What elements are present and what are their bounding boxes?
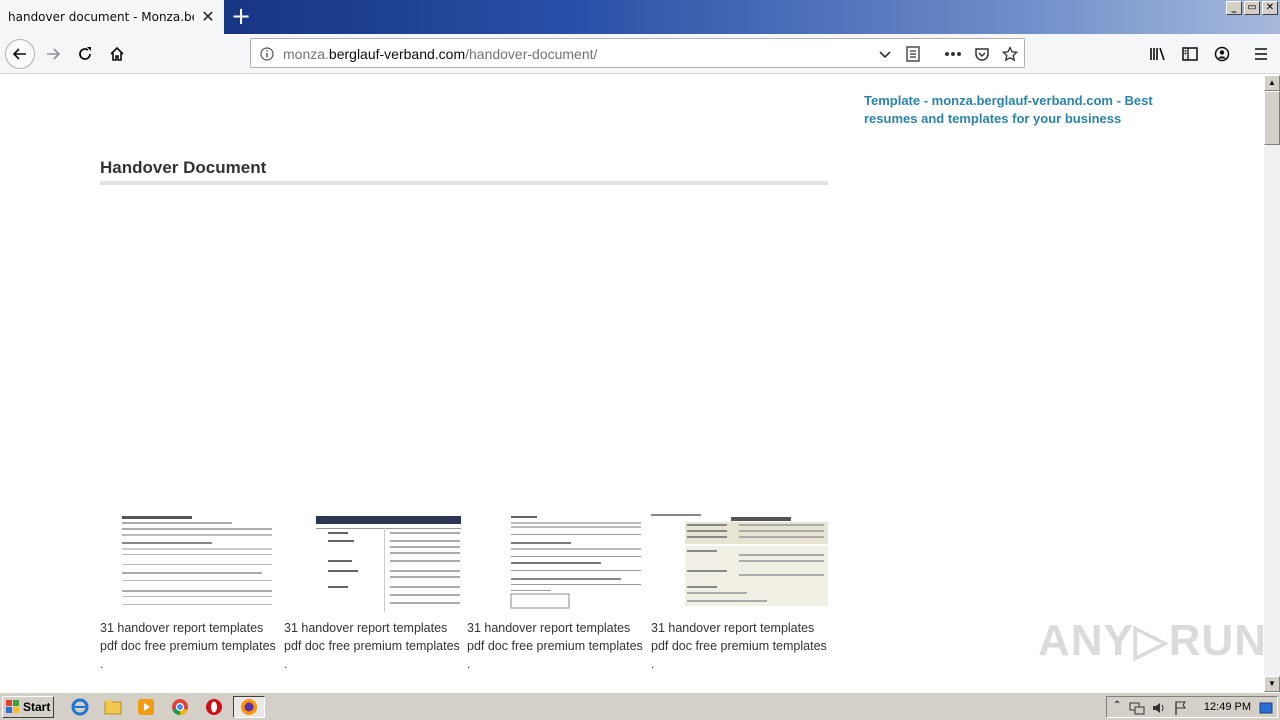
document-preview-image (284, 512, 464, 612)
sidebar-icon (1182, 47, 1198, 61)
site-info-icon[interactable] (257, 44, 277, 64)
reload-icon (79, 47, 91, 60)
navigation-toolbar: monza.berglauf-verband.com/handover-docu… (0, 34, 1280, 74)
scrollbar-thumb[interactable] (1264, 91, 1280, 145)
tab-title: handover document - Monza.berglauf- (8, 10, 194, 24)
thumbnail-caption-dot: . (467, 657, 471, 671)
title-divider (100, 181, 828, 185)
thumbnail-caption[interactable]: 31 handover report templates pdf doc fre… (100, 619, 282, 655)
scroll-down-button[interactable]: ▼ (1264, 676, 1280, 692)
minimize-button[interactable]: _ (1226, 1, 1242, 15)
sidebar-toggle-button[interactable] (1175, 39, 1205, 69)
windows-logo-icon (6, 700, 19, 713)
url-path: /handover-document/ (465, 46, 598, 62)
back-button[interactable] (5, 39, 35, 69)
library-icon (1150, 47, 1165, 61)
document-preview-image (100, 512, 280, 612)
hamburger-menu-icon (1255, 48, 1267, 60)
tray-expand-icon[interactable]: ⌃ (1113, 700, 1121, 711)
firefox-taskbar-button[interactable] (233, 696, 265, 718)
account-icon (1214, 46, 1230, 62)
close-window-button[interactable]: ✕ (1262, 1, 1278, 15)
window-controls: _ ▭ ✕ (1226, 1, 1278, 15)
document-thumbnail[interactable] (284, 512, 464, 612)
show-desktop-icon[interactable] (1259, 701, 1273, 715)
reader-view-icon[interactable] (903, 44, 923, 64)
thumbnail-caption[interactable]: 31 handover report templates pdf doc fre… (467, 619, 649, 655)
volume-icon[interactable] (1151, 700, 1167, 716)
account-button[interactable] (1207, 39, 1237, 69)
document-preview-image (467, 512, 647, 612)
page-title: Handover Document (100, 158, 267, 177)
document-thumbnail[interactable] (100, 512, 280, 612)
media-player-icon[interactable] (136, 697, 156, 717)
firefox-icon (241, 699, 257, 715)
dropdown-chevron-icon[interactable] (875, 44, 895, 64)
restore-button[interactable]: ▭ (1244, 1, 1260, 15)
url-prefix: monza. (283, 46, 329, 62)
taskbar-clock: 12:49 PM (1203, 701, 1251, 713)
url-host: berglauf-verband.com (328, 46, 466, 62)
thumbnail-caption-dot: . (100, 657, 104, 671)
thumbnail-caption[interactable]: 31 handover report templates pdf doc fre… (651, 619, 833, 655)
thumbnail-caption[interactable]: 31 handover report templates pdf doc fre… (284, 619, 466, 655)
home-button[interactable] (102, 39, 132, 69)
document-thumbnail[interactable] (651, 512, 828, 612)
reload-button[interactable] (70, 39, 100, 69)
opera-icon[interactable] (204, 697, 224, 717)
pocket-icon[interactable] (972, 44, 992, 64)
title-bar: handover document - Monza.berglauf- ✕ + … (0, 0, 1280, 34)
start-button[interactable]: Start (2, 696, 54, 718)
back-arrow-icon (12, 48, 26, 60)
tab-close-icon[interactable]: ✕ (200, 9, 216, 25)
start-label: Start (23, 700, 51, 714)
thumbnail-caption-dot: . (651, 657, 655, 671)
home-icon (110, 46, 124, 61)
sidebar-site-link[interactable]: Template - monza.berglauf-verband.com - … (864, 92, 1154, 128)
windows-taskbar: Start ⌃ 12:49 PM (0, 692, 1280, 720)
flag-icon[interactable] (1173, 700, 1189, 716)
url-text[interactable]: monza.berglauf-verband.com/handover-docu… (283, 46, 597, 62)
url-bar[interactable]: monza.berglauf-verband.com/handover-docu… (250, 38, 1186, 68)
file-explorer-icon[interactable] (103, 697, 123, 717)
library-button[interactable] (1143, 39, 1173, 69)
page-actions-icon[interactable] (943, 44, 963, 64)
anyrun-watermark: ANY▷RUN (1038, 615, 1264, 665)
page-viewport: Template - monza.berglauf-verband.com - … (0, 75, 1264, 692)
bookmark-star-icon[interactable] (1000, 44, 1020, 64)
vertical-scrollbar[interactable]: ▲ ▼ (1264, 75, 1280, 692)
new-tab-button[interactable]: + (230, 4, 252, 28)
browser-tab[interactable]: handover document - Monza.berglauf- ✕ (0, 0, 224, 34)
document-preview-image (651, 512, 828, 612)
menu-button[interactable] (1246, 39, 1276, 69)
system-tray: ⌃ 12:49 PM (1106, 696, 1278, 718)
forward-arrow-icon (47, 48, 61, 60)
internet-explorer-icon[interactable] (70, 697, 90, 717)
scroll-up-button[interactable]: ▲ (1264, 75, 1280, 91)
document-thumbnail[interactable] (467, 512, 647, 612)
chrome-icon[interactable] (170, 697, 190, 717)
network-icon[interactable] (1129, 700, 1145, 716)
thumbnail-caption-dot: . (284, 657, 288, 671)
forward-button[interactable] (38, 39, 68, 69)
